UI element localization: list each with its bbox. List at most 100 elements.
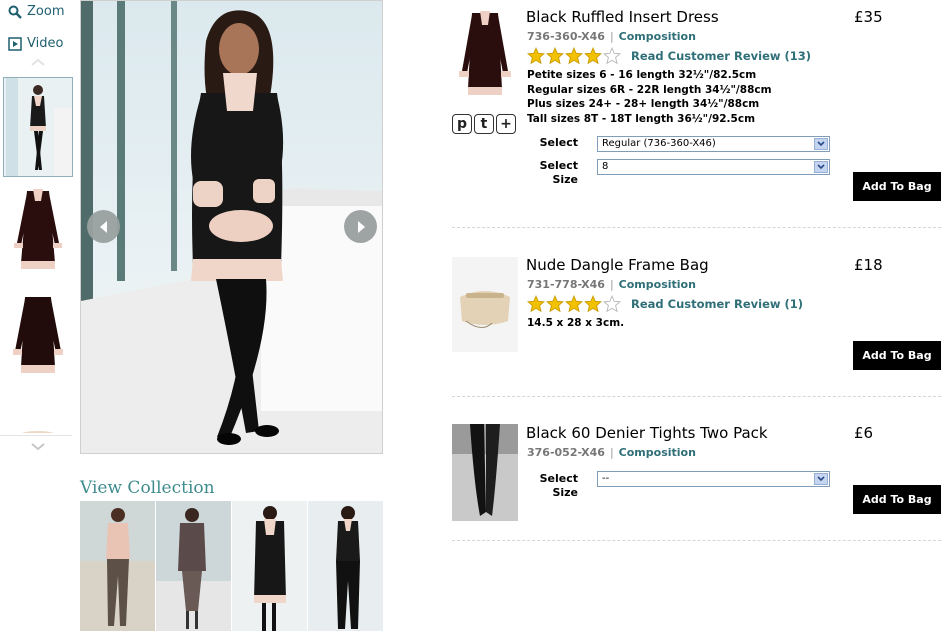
product-2-image[interactable] [452,257,518,352]
dropdown-arrow-icon [814,473,828,485]
star-icon [527,47,545,65]
collection-item-2[interactable] [156,501,231,631]
collection-item-4[interactable] [308,501,383,631]
thumbnail-2-image [3,183,73,283]
product-1-rating [527,47,621,65]
zoom-icon [8,5,22,19]
star-icon [565,295,583,313]
star-icon [603,295,621,313]
product-1-fit-select[interactable]: Regular (736-360-X46) [597,136,830,152]
product-3-title[interactable]: Black 60 Denier Tights Two Pack [526,424,768,442]
product-1-select-label: Select [539,136,578,149]
product-1-image[interactable] [452,7,518,99]
thumbnail-list [3,77,73,433]
size-info-line: Tall sizes 8T - 18T length 36½"/92.5cm [527,112,756,125]
product-divider [452,540,941,541]
product-1-composition-link[interactable]: Composition [619,30,696,43]
star-icon [603,47,621,65]
collection-item-3-image [232,501,307,631]
product-divider [452,227,941,228]
product-3-code-row: 376-052-X46 | Composition [527,446,696,459]
product-3-size-label: Select Size [528,472,578,500]
product-1-size-select[interactable]: 8 [597,159,830,175]
thumbnail-1-image [4,78,72,176]
size-info-line: Regular sizes 6R - 22R length 34½"/88cm [527,83,772,96]
product-3-photo [452,424,518,521]
collection-item-3[interactable] [232,501,307,631]
video-label: Video [27,36,64,51]
previous-image-button[interactable] [87,210,120,243]
thumbnail-rail: Zoom Video [0,0,78,460]
star-icon [546,47,564,65]
product-1-size-label: Select Size [528,159,578,187]
size-info-line: Plus sizes 24+ - 28+ length 34½"/88cm [527,98,760,110]
product-2-photo [452,257,518,352]
product-3-price: £6 [854,424,874,442]
dropdown-arrow-icon [814,161,828,173]
thumbnail-3-image [3,289,73,389]
thumbnail-2[interactable] [3,183,73,283]
size-label-line1: Select [539,159,578,172]
product-2-code: 731-778-X46 [527,278,605,291]
thumbnail-divider [0,435,72,436]
add-share-icon[interactable]: + [496,114,516,134]
collection-item-1-image [80,501,155,631]
product-3-code: 376-052-X46 [527,446,605,459]
size-label-line1: Select [539,472,578,485]
video-button[interactable]: Video [8,36,63,51]
product-1-code: 736-360-X46 [527,30,605,43]
product-3-composition-link[interactable]: Composition [619,446,696,459]
size-info-line: Petite sizes 6 - 16 length 32½"/82.5cm [527,69,757,81]
chevron-up-icon[interactable] [30,58,46,67]
next-image-button[interactable] [344,210,377,243]
chevron-down-icon[interactable] [30,442,46,451]
product-2-code-row: 731-778-X46 | Composition [527,278,696,291]
size-label-line2: Size [552,486,578,499]
collection-item-4-image [308,501,383,631]
product-1-size-info: Petite sizes 6 - 16 length 32½"/82.5cm R… [527,68,772,126]
product-1-review-link[interactable]: Read Customer Review (13) [631,49,811,63]
arrow-right-icon [357,220,365,233]
main-photo [81,1,382,453]
product-1-fit-value: Regular (736-360-X46) [602,138,716,149]
collection-item-2-image [156,501,231,631]
product-1-photo [452,7,518,99]
product-3-image[interactable] [452,424,518,521]
product-1-add-to-bag-button[interactable]: Add To Bag [853,172,941,201]
product-2-price: £18 [854,256,883,274]
pinterest-icon[interactable]: p [452,114,472,134]
product-1-title[interactable]: Black Ruffled Insert Dress [526,8,719,26]
thumbnail-4-image [3,395,73,433]
arrow-left-icon [99,220,107,233]
view-collection-heading[interactable]: View Collection [80,478,215,498]
social-share-icons: p t + [452,114,516,134]
product-2-add-to-bag-button[interactable]: Add To Bag [853,341,941,370]
thumbnail-4[interactable] [3,395,73,433]
product-1-size-value: 8 [602,161,609,172]
product-1-price: £35 [854,8,883,26]
product-2-review-link[interactable]: Read Customer Review (1) [631,297,803,311]
product-3-size-value: -- [602,473,610,484]
collection-item-1[interactable] [80,501,155,631]
star-icon [546,295,564,313]
thumbnail-1[interactable] [3,77,73,177]
star-icon [584,47,602,65]
product-divider [452,396,941,397]
twitter-icon[interactable]: t [474,114,494,134]
video-icon [8,36,22,51]
product-3-size-select[interactable]: -- [597,471,830,487]
dropdown-arrow-icon [814,138,828,150]
product-2-dimensions: 14.5 x 28 x 3cm. [527,317,625,329]
product-2-title[interactable]: Nude Dangle Frame Bag [526,256,709,274]
product-1-code-row: 736-360-X46 | Composition [527,30,696,43]
product-3-add-to-bag-button[interactable]: Add To Bag [853,485,941,514]
product-2-composition-link[interactable]: Composition [619,278,696,291]
thumbnail-3[interactable] [3,289,73,389]
size-label-line2: Size [552,173,578,186]
star-icon [584,295,602,313]
zoom-button[interactable]: Zoom [8,4,64,19]
zoom-label: Zoom [27,4,65,19]
product-2-rating [527,295,621,313]
star-icon [527,295,545,313]
main-product-image[interactable] [80,0,383,454]
